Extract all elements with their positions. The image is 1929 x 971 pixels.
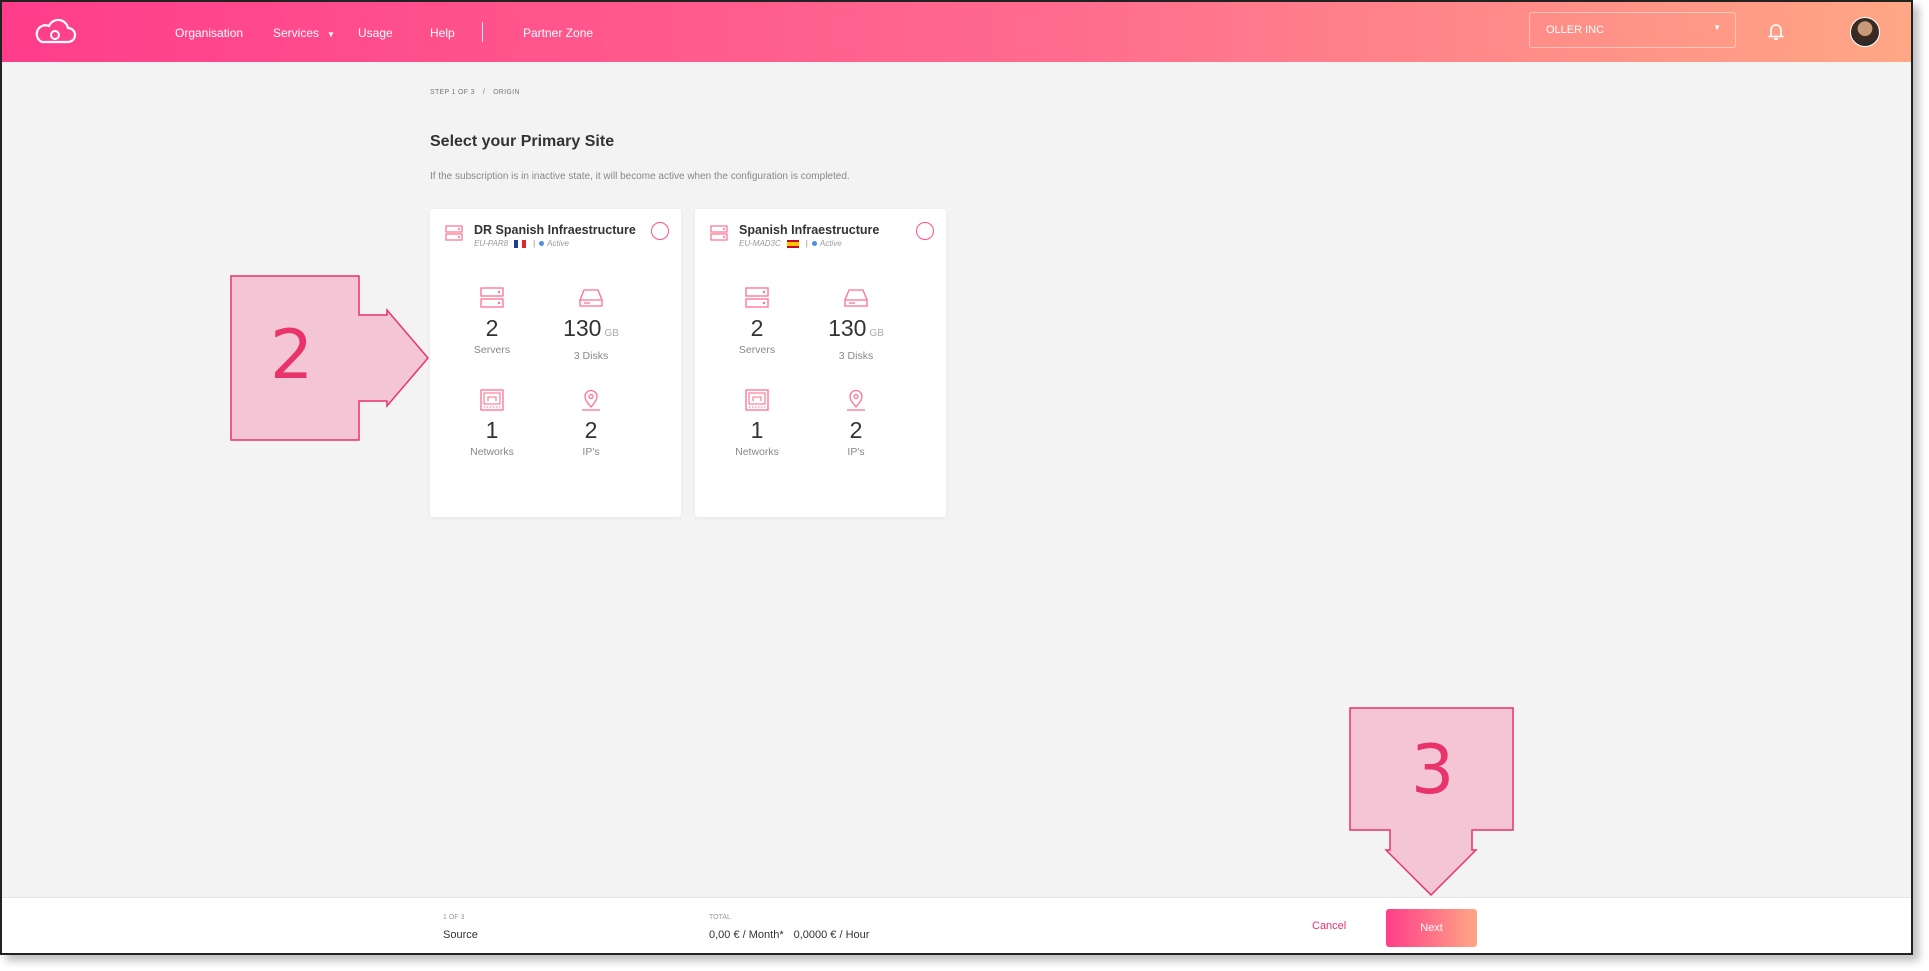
site-code: EU-MAD3C: [739, 239, 781, 248]
breadcrumb-current: ORIGIN: [493, 89, 520, 96]
servers-label: Servers: [738, 344, 776, 356]
nav-organisation[interactable]: Organisation: [175, 26, 243, 40]
storage-size: 130 GB: [541, 315, 641, 347]
status-dot-icon: [539, 241, 545, 246]
spain-flag-icon: [786, 239, 799, 248]
servers-stat: 2 Servers: [707, 287, 807, 356]
storage-stat: 130 GB 3 Disks: [806, 287, 906, 362]
storage-stat: 130 GB 3 Disks: [541, 287, 641, 362]
site-name: Spanish Infraestructure: [739, 223, 880, 237]
storage-label: 3 Disks: [838, 350, 874, 362]
networks-label: Networks: [470, 446, 514, 458]
top-navigation-bar: Organisation Services ▼ Usage Help Partne…: [2, 2, 1911, 62]
site-code: EU-PAR8: [474, 239, 509, 248]
storage-value: 130: [563, 315, 602, 341]
networks-label: Networks: [735, 446, 779, 458]
page-title: Select your Primary Site: [430, 133, 615, 150]
server-icon: [710, 225, 728, 241]
footer-bar: 1 OF 3 Source TOTAL 0,00 € / Month* 0,000…: [2, 897, 1911, 953]
networks-count: 1: [485, 417, 499, 443]
annotation-arrow-right: 2: [230, 275, 430, 442]
caret-down-icon: ▼: [327, 30, 335, 39]
site-radio[interactable]: [916, 222, 934, 240]
arrow-right-icon: [230, 275, 429, 441]
storage-label: 3 Disks: [573, 350, 609, 362]
server-icon: [745, 287, 769, 308]
storage-value: 130: [828, 315, 867, 341]
status-dot-icon: [811, 241, 817, 246]
cancel-button[interactable]: Cancel: [1312, 920, 1346, 932]
networks-stat: 1 Networks: [707, 389, 807, 458]
ips-label: IP's: [582, 446, 600, 458]
app-window: Organisation Services ▼ Usage Help Partne…: [0, 0, 1913, 955]
total-hour: 0,0000 € / Hour: [793, 929, 870, 941]
nav-usage[interactable]: Usage: [358, 26, 393, 40]
site-radio[interactable]: [651, 222, 669, 240]
ips-count: 2: [584, 417, 598, 443]
location-pin-icon: [582, 389, 600, 411]
ips-stat: 2 IP's: [806, 389, 906, 458]
annotation-arrow-down: 3: [1349, 707, 1514, 897]
network-icon: [745, 389, 769, 411]
footer-step-count: 1 OF 3: [443, 914, 465, 921]
footer-total: 0,00 € / Month* 0,0000 € / Hour: [709, 929, 869, 941]
next-button[interactable]: Next: [1386, 909, 1477, 947]
organisation-select[interactable]: OLLER INC ▼: [1529, 12, 1736, 48]
breadcrumb-step: STEP 1 OF 3: [430, 89, 475, 96]
site-status: Active: [819, 239, 842, 248]
nav-partner-zone[interactable]: Partner Zone: [523, 26, 593, 40]
france-flag-icon: [514, 239, 527, 248]
servers-count: 2: [750, 315, 764, 341]
site-meta: EU-PAR8 | Active: [474, 239, 569, 248]
site-meta: EU-MAD3C | Active: [739, 239, 842, 248]
annotation-step-3: 3: [1411, 731, 1455, 810]
site-name: DR Spanish Infraestructure: [474, 223, 636, 237]
storage-unit: GB: [604, 328, 619, 339]
page-subtitle: If the subscription is in inactive state…: [430, 171, 850, 182]
disk-icon: [844, 289, 868, 307]
servers-count: 2: [485, 315, 499, 341]
nav-help[interactable]: Help: [430, 26, 455, 40]
breadcrumb-separator: /: [482, 89, 486, 96]
total-month: 0,00 € / Month*: [709, 929, 784, 941]
servers-stat: 2 Servers: [442, 287, 542, 356]
footer-step-name: Source: [443, 929, 478, 941]
meta-divider: |: [533, 239, 536, 248]
site-card-dr-spanish[interactable]: DR Spanish Infraestructure EU-PAR8 | Act…: [430, 209, 681, 517]
ips-label: IP's: [847, 446, 865, 458]
servers-label: Servers: [473, 344, 511, 356]
nav-divider: [482, 22, 483, 42]
organisation-select-value: OLLER INC: [1546, 24, 1605, 36]
location-pin-icon: [847, 389, 865, 411]
cloud-icon[interactable]: [32, 18, 78, 46]
networks-stat: 1 Networks: [442, 389, 542, 458]
site-status: Active: [547, 239, 569, 248]
disk-icon: [579, 289, 603, 307]
ips-stat: 2 IP's: [541, 389, 641, 458]
bell-icon[interactable]: [1768, 22, 1784, 40]
chevron-down-icon: ▼: [1713, 23, 1721, 32]
nav-services[interactable]: Services ▼: [273, 26, 335, 40]
storage-unit: GB: [869, 328, 884, 339]
nav-services-label: Services: [273, 26, 320, 40]
footer-total-label: TOTAL: [709, 914, 731, 921]
server-icon: [480, 287, 504, 308]
user-avatar[interactable]: [1850, 17, 1880, 47]
site-card-spanish[interactable]: Spanish Infraestructure EU-MAD3C | Activ…: [695, 209, 946, 517]
server-icon: [445, 225, 463, 241]
storage-size: 130 GB: [806, 315, 906, 347]
meta-divider: |: [805, 239, 808, 248]
annotation-step-2: 2: [270, 316, 314, 395]
network-icon: [480, 389, 504, 411]
networks-count: 1: [750, 417, 764, 443]
breadcrumb: STEP 1 OF 3 / ORIGIN: [430, 89, 520, 96]
ips-count: 2: [849, 417, 863, 443]
